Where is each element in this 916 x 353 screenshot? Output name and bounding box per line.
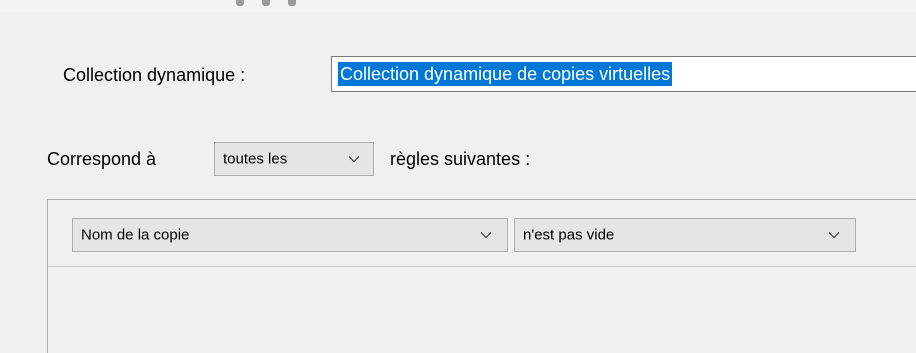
- rules-list-panel: Nom de la copie n'est pas vide: [47, 199, 916, 353]
- chevron-down-icon: [348, 156, 360, 163]
- collection-name-label: Collection dynamique :: [63, 65, 246, 85]
- match-label: Correspond à: [47, 149, 157, 169]
- rule-field-select[interactable]: Nom de la copie: [72, 218, 508, 252]
- rule-row: Nom de la copie n'est pas vide: [48, 200, 916, 267]
- smart-collection-dialog: Collection dynamique : Collection dynami…: [0, 0, 916, 353]
- collection-name-selected-text: Collection dynamique de copies virtuelle…: [338, 62, 673, 86]
- chevron-down-icon: [828, 232, 840, 239]
- match-mode-select[interactable]: toutes les: [214, 142, 374, 176]
- collection-name-input[interactable]: Collection dynamique de copies virtuelle…: [331, 56, 916, 92]
- title-area-clipped: [0, 0, 916, 12]
- match-mode-value: toutes les: [223, 150, 288, 168]
- rules-suffix-label: règles suivantes :: [390, 149, 531, 169]
- rule-operator-select[interactable]: n'est pas vide: [514, 218, 856, 252]
- clipped-title-text: [236, 0, 326, 6]
- rule-operator-value: n'est pas vide: [523, 226, 615, 244]
- rule-field-value: Nom de la copie: [81, 226, 190, 244]
- chevron-down-icon: [480, 232, 492, 239]
